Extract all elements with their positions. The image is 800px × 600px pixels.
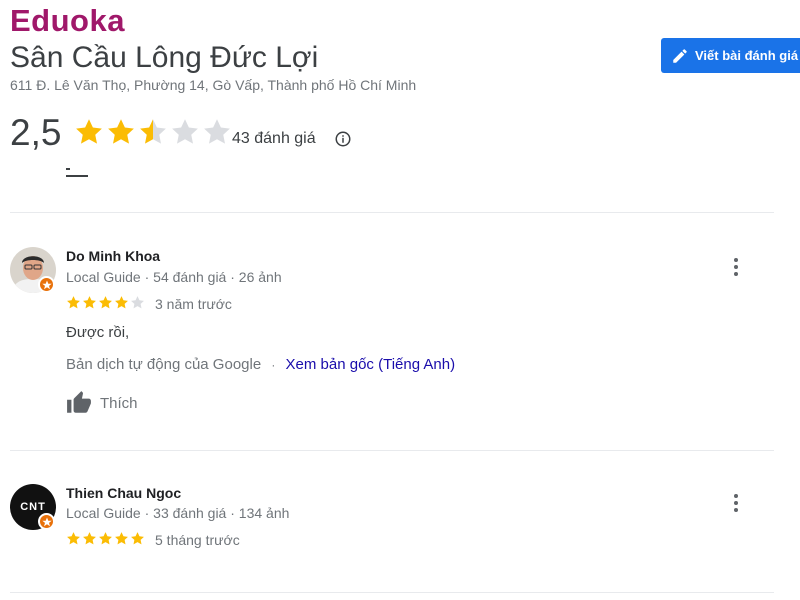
like-button[interactable]: Thích [66, 390, 138, 416]
place-address: 611 Đ. Lê Văn Thọ, Phường 14, Gò Vấp, Th… [10, 77, 417, 93]
reviewer-meta: Local Guide · 33 đánh giá · 134 ảnh [66, 505, 290, 521]
star-icon [131, 532, 144, 545]
divider [10, 450, 774, 451]
reviewer-name[interactable]: Do Minh Khoa [66, 248, 160, 264]
eduoka-logo: Eduoka [10, 3, 125, 38]
translation-note: Bản dịch tự động của Google [66, 356, 262, 373]
reviewer-name[interactable]: Thien Chau Ngoc [66, 485, 181, 501]
star-icon [99, 296, 112, 309]
more-options-icon[interactable] [733, 258, 739, 276]
star-icon [99, 532, 112, 545]
star-icon [204, 119, 230, 144]
review-stars [66, 531, 145, 546]
star-icon [172, 119, 198, 144]
star-icon [140, 119, 166, 144]
pencil-icon [673, 48, 687, 63]
thumbs-up-icon [67, 391, 91, 413]
star-icon [115, 532, 128, 545]
more-options-icon[interactable] [733, 494, 739, 512]
divider [10, 592, 774, 593]
translation-row: Bản dịch tự động của Google · Xem bản gố… [66, 356, 455, 373]
separator: · [271, 358, 276, 372]
write-review-label: Viết bài đánh giá [695, 48, 799, 63]
reviewer-meta: Local Guide · 54 đánh giá · 26 ảnh [66, 269, 282, 285]
write-review-button[interactable]: Viết bài đánh giá [661, 38, 800, 73]
star-icon [76, 119, 102, 144]
star-icon [83, 296, 96, 309]
star-icon [67, 532, 80, 545]
star-icon [83, 532, 96, 545]
rating-value: 2,5 [10, 112, 62, 153]
review-count[interactable]: 43 đánh giá [232, 130, 316, 148]
view-original-link[interactable]: Xem bản gốc (Tiếng Anh) [286, 356, 456, 373]
sort-icon-fragment [66, 168, 88, 177]
like-label: Thích [100, 394, 138, 412]
review-time: 5 tháng trước [155, 532, 240, 548]
local-guide-badge-icon [38, 513, 55, 530]
star-icon [131, 296, 144, 309]
review-text: Được rồi, [66, 324, 130, 341]
review-time: 3 năm trước [155, 296, 232, 312]
star-icon [108, 119, 134, 144]
place-title: Sân Cầu Lông Đức Lợi [10, 41, 319, 74]
avatar-initials: CNT [20, 501, 46, 513]
local-guide-badge-icon [38, 276, 55, 293]
divider [10, 212, 774, 213]
info-icon[interactable] [334, 130, 352, 148]
rating-stars [74, 117, 232, 147]
review-stars [66, 295, 145, 310]
star-icon [67, 296, 80, 309]
star-icon [115, 296, 128, 309]
